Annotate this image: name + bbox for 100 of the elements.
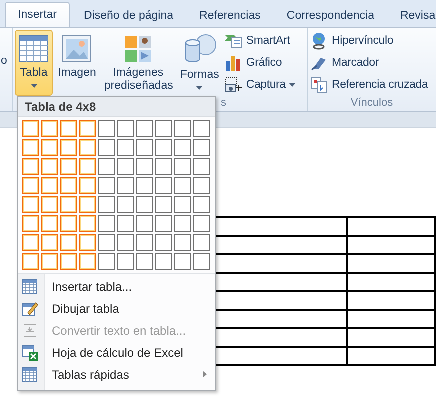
grid-cell[interactable] [60, 196, 77, 213]
grid-cell[interactable] [155, 120, 172, 137]
grid-cell[interactable] [174, 120, 191, 137]
grid-cell[interactable] [22, 120, 39, 137]
grid-cell[interactable] [193, 234, 210, 251]
grid-cell[interactable] [117, 120, 134, 137]
grid-cell[interactable] [60, 158, 77, 175]
grid-cell[interactable] [193, 158, 210, 175]
grid-cell[interactable] [41, 139, 58, 156]
ribbon-button[interactable]: Imagen [55, 30, 100, 96]
grid-cell[interactable] [79, 215, 96, 232]
grid-cell[interactable] [136, 253, 153, 270]
ribbon-button[interactable]: Marcador [310, 52, 430, 73]
grid-cell[interactable] [117, 139, 134, 156]
grid-cell[interactable] [60, 253, 77, 270]
grid-cell[interactable] [98, 158, 115, 175]
grid-cell[interactable] [79, 120, 96, 137]
grid-cell[interactable] [117, 253, 134, 270]
grid-cell[interactable] [98, 177, 115, 194]
grid-cell[interactable] [155, 158, 172, 175]
ribbon-button[interactable]: Imágenes prediseñadas [101, 30, 176, 96]
grid-cell[interactable] [98, 120, 115, 137]
menu-item[interactable]: Dibujar tabla [18, 298, 215, 320]
grid-cell[interactable] [174, 158, 191, 175]
grid-cell[interactable] [193, 215, 210, 232]
grid-cell[interactable] [98, 253, 115, 270]
grid-cell[interactable] [98, 234, 115, 251]
grid-cell[interactable] [41, 234, 58, 251]
grid-cell[interactable] [98, 215, 115, 232]
ribbon-tab[interactable]: Correspondencia [276, 3, 384, 27]
ribbon-button[interactable]: Gráfico [224, 52, 297, 73]
grid-cell[interactable] [60, 139, 77, 156]
grid-cell[interactable] [136, 158, 153, 175]
grid-cell[interactable] [174, 177, 191, 194]
grid-cell[interactable] [136, 196, 153, 213]
grid-cell[interactable] [117, 196, 134, 213]
grid-cell[interactable] [22, 158, 39, 175]
grid-cell[interactable] [60, 177, 77, 194]
ribbon-tab[interactable]: Revisa [390, 3, 436, 27]
grid-cell[interactable] [117, 158, 134, 175]
grid-cell[interactable] [98, 139, 115, 156]
grid-cell[interactable] [22, 215, 39, 232]
grid-cell[interactable] [41, 215, 58, 232]
grid-cell[interactable] [79, 177, 96, 194]
grid-cell[interactable] [60, 234, 77, 251]
grid-cell[interactable] [22, 177, 39, 194]
grid-cell[interactable] [136, 234, 153, 251]
grid-cell[interactable] [79, 196, 96, 213]
grid-cell[interactable] [155, 234, 172, 251]
grid-cell[interactable] [136, 139, 153, 156]
grid-cell[interactable] [193, 120, 210, 137]
grid-cell[interactable] [22, 234, 39, 251]
grid-cell[interactable] [60, 215, 77, 232]
grid-cell[interactable] [41, 120, 58, 137]
grid-cell[interactable] [22, 196, 39, 213]
grid-cell[interactable] [117, 177, 134, 194]
grid-cell[interactable] [117, 215, 134, 232]
grid-cell[interactable] [79, 139, 96, 156]
grid-cell[interactable] [98, 196, 115, 213]
grid-cell[interactable] [174, 253, 191, 270]
grid-cell[interactable] [155, 215, 172, 232]
grid-cell[interactable] [41, 196, 58, 213]
grid-cell[interactable] [155, 253, 172, 270]
cross-reference-icon [311, 76, 329, 94]
grid-cell[interactable] [174, 215, 191, 232]
grid-cell[interactable] [174, 139, 191, 156]
grid-cell[interactable] [174, 234, 191, 251]
grid-cell[interactable] [193, 139, 210, 156]
grid-cell[interactable] [193, 196, 210, 213]
grid-cell[interactable] [193, 177, 210, 194]
grid-cell[interactable] [22, 253, 39, 270]
menu-item[interactable]: Insertar tabla... [18, 276, 215, 298]
grid-cell[interactable] [136, 177, 153, 194]
grid-cell[interactable] [60, 120, 77, 137]
ribbon-button[interactable]: Formas [177, 30, 222, 96]
ribbon-tab[interactable]: Referencias [190, 3, 271, 27]
grid-cell[interactable] [41, 177, 58, 194]
grid-cell[interactable] [193, 253, 210, 270]
ribbon-button[interactable]: Captura [224, 74, 297, 95]
grid-cell[interactable] [155, 139, 172, 156]
ribbon-tab[interactable]: Insertar [5, 2, 70, 27]
grid-cell[interactable] [79, 253, 96, 270]
ribbon-button[interactable]: Tabla [15, 30, 53, 96]
grid-cell[interactable] [79, 234, 96, 251]
grid-cell[interactable] [41, 253, 58, 270]
grid-cell[interactable] [155, 177, 172, 194]
menu-item[interactable]: Hoja de cálculo de Excel [18, 342, 215, 364]
ribbon-button[interactable]: Referencia cruzada [310, 74, 430, 95]
ribbon-button[interactable]: SmartArt [224, 30, 297, 51]
grid-cell[interactable] [136, 120, 153, 137]
ribbon-button[interactable]: Hipervínculo [310, 30, 430, 51]
grid-cell[interactable] [79, 158, 96, 175]
ribbon-tab[interactable]: Diseño de página [74, 3, 184, 27]
grid-cell[interactable] [117, 234, 134, 251]
grid-cell[interactable] [136, 215, 153, 232]
menu-item[interactable]: Tablas rápidas [18, 364, 215, 386]
grid-cell[interactable] [41, 158, 58, 175]
grid-cell[interactable] [22, 139, 39, 156]
grid-cell[interactable] [155, 196, 172, 213]
grid-cell[interactable] [174, 196, 191, 213]
